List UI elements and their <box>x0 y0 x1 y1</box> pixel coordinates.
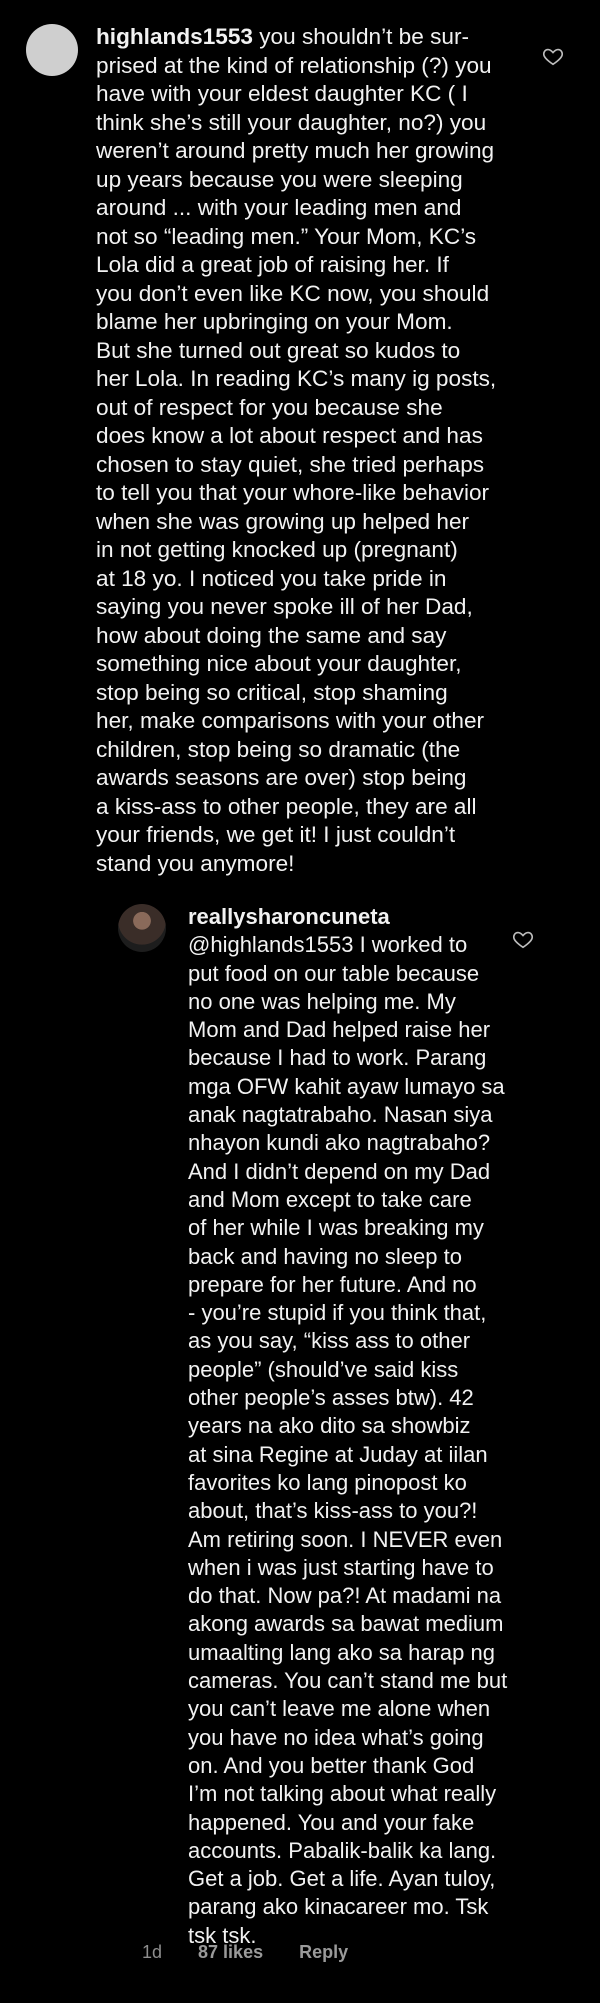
comment-highlands1553: highlands1553 you shouldn’t be sur- pris… <box>96 23 556 878</box>
reply-reallysharoncuneta: reallysharoncuneta @highlands1553 I work… <box>188 903 518 1950</box>
comment-username[interactable]: highlands1553 <box>96 24 253 49</box>
heart-icon[interactable] <box>542 45 564 67</box>
reply-username[interactable]: reallysharoncuneta <box>188 904 390 929</box>
timestamp: 1d <box>142 1942 163 1962</box>
heart-icon[interactable] <box>512 928 534 950</box>
reply-button[interactable]: Reply <box>299 1942 348 1963</box>
comment-text: you shouldn’t be sur- prised at the kind… <box>96 24 497 876</box>
reply-text: @highlands1553 I worked to put food on o… <box>188 932 508 1948</box>
reply-meta: 1d 87 likes Reply <box>142 1942 348 1963</box>
avatar-reallysharoncuneta[interactable] <box>118 904 166 952</box>
likes-count[interactable]: 87 likes <box>198 1942 263 1963</box>
avatar-highlands1553[interactable] <box>26 24 78 76</box>
